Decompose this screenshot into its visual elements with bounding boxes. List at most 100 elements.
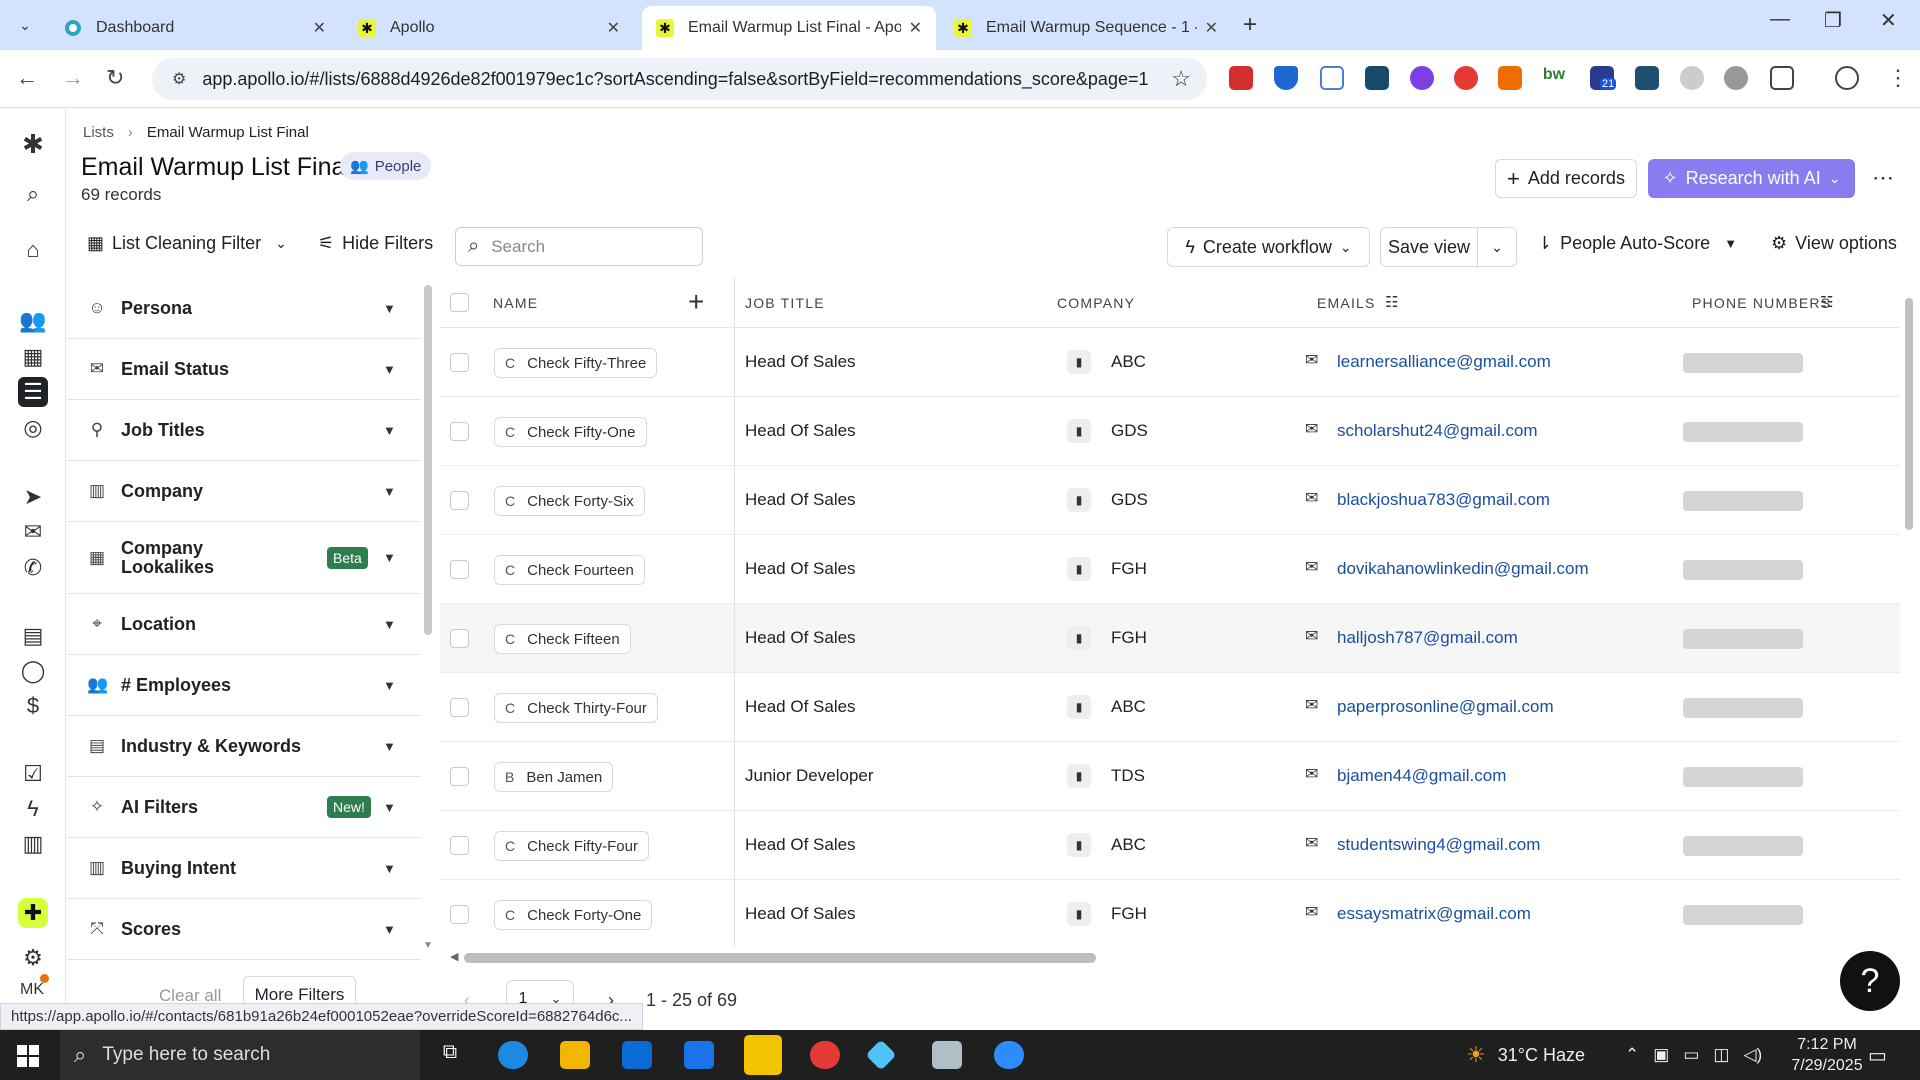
close-icon[interactable]: ✕ [1205, 18, 1218, 38]
email-address[interactable]: learnersalliance@gmail.com [1337, 352, 1551, 372]
browser-menu-icon[interactable]: ⋮ [1887, 65, 1909, 91]
sequences-icon[interactable]: ➤ [18, 482, 48, 512]
circle-extension-icon[interactable] [1410, 66, 1434, 90]
network-icon[interactable]: ◫ [1713, 1045, 1729, 1065]
more-options-icon[interactable]: ⋯ [1872, 165, 1894, 191]
filter-company[interactable]: ▥ Company ▼ [67, 461, 421, 522]
row-checkbox[interactable] [450, 905, 469, 924]
select-all-checkbox[interactable] [450, 293, 469, 312]
contact-name-chip[interactable]: B Ben Jamen [494, 762, 614, 792]
url-text[interactable]: app.apollo.io/#/lists/6888d4926de82f0019… [202, 69, 1148, 90]
row-checkbox[interactable] [450, 698, 469, 717]
puzzle-extensions-icon[interactable] [1770, 66, 1794, 90]
volume-icon[interactable]: ◁) [1743, 1045, 1762, 1065]
workflows-icon[interactable]: ϟ [18, 794, 48, 824]
row-checkbox[interactable] [450, 560, 469, 579]
view-options-button[interactable]: ⚙ View options [1771, 233, 1897, 254]
close-icon[interactable]: ✕ [909, 18, 922, 38]
calls-icon[interactable]: ✆ [18, 553, 48, 583]
bookmark-star-icon[interactable]: ☆ [1171, 66, 1191, 92]
filter-job-titles[interactable]: ⚲ Job Titles ▼ [67, 400, 421, 461]
save-view-menu-button[interactable]: ⌄ [1477, 227, 1517, 267]
store-icon[interactable] [622, 1041, 652, 1069]
company-name[interactable]: TDS [1111, 766, 1145, 786]
compass-extension-icon[interactable] [1680, 66, 1704, 90]
weather-widget[interactable]: ☀ 31°C Haze [1466, 1030, 1585, 1080]
search-icon[interactable]: ⌕ [18, 179, 48, 209]
people-icon[interactable]: 👥 [18, 306, 48, 336]
pdf-extension-icon[interactable] [1229, 66, 1253, 90]
contact-name-chip[interactable]: C Check Fifty-Four [494, 831, 649, 861]
add-column-plus-icon[interactable]: + [688, 286, 704, 318]
save-view-button[interactable]: Save view [1380, 227, 1478, 267]
hide-filters-button[interactable]: ⚟ Hide Filters [318, 233, 433, 254]
filter-company-lookalikes[interactable]: ▦ Company Lookalikes Beta ▼ [67, 522, 421, 594]
tasks-icon[interactable]: ☑ [18, 759, 48, 789]
tab-dashboard[interactable]: Dashboard ✕ [50, 6, 340, 50]
company-name[interactable]: ABC [1111, 697, 1146, 717]
filter-employees[interactable]: 👥 # Employees ▼ [67, 655, 421, 716]
chrome-icon[interactable] [810, 1041, 840, 1069]
add-user-icon[interactable]: ✚ [18, 898, 48, 928]
meetings-icon[interactable]: ▤ [18, 621, 48, 651]
table-row[interactable]: C Check Thirty-Four Head Of Sales ▮ ABC ✉… [440, 673, 1900, 742]
filter-scrollbar[interactable] [424, 285, 432, 635]
folder-extension-icon[interactable] [1365, 66, 1389, 90]
companies-icon[interactable]: ▦ [18, 342, 48, 372]
profile-icon[interactable] [1835, 66, 1859, 90]
scroll-down-arrow[interactable]: ▼ [423, 940, 433, 951]
email-address[interactable]: halljosh787@gmail.com [1337, 628, 1518, 648]
row-checkbox[interactable] [450, 629, 469, 648]
column-settings-icon[interactable]: ☷ [1820, 293, 1833, 311]
back-button[interactable]: ← [16, 65, 38, 91]
sort-dropdown[interactable]: ⇂ People Auto-Score ▼ [1537, 233, 1737, 254]
bw-extension-icon[interactable]: bw [1542, 66, 1566, 90]
taskbar-search-input[interactable]: ⌕ Type here to search [60, 1030, 420, 1080]
pokeball-extension-icon[interactable] [1454, 66, 1478, 90]
cap-extension-icon[interactable]: 21 [1590, 66, 1617, 90]
contact-name-chip[interactable]: C Check Fourteen [494, 555, 645, 585]
company-name[interactable]: FGH [1111, 904, 1147, 924]
battery-icon[interactable]: ▭ [1683, 1045, 1699, 1065]
table-row[interactable]: C Check Forty-Six Head Of Sales ▮ GDS ✉ b… [440, 466, 1900, 535]
zoom-icon[interactable] [994, 1041, 1024, 1069]
notepad-icon[interactable] [932, 1041, 962, 1069]
close-icon[interactable]: ✕ [313, 18, 326, 38]
app-diamond-icon[interactable] [865, 1039, 897, 1071]
user-avatar[interactable]: MK [20, 981, 44, 999]
email-address[interactable]: dovikahanowlinkedin@gmail.com [1337, 559, 1589, 579]
add-records-button[interactable]: + Add records [1495, 159, 1637, 198]
create-workflow-button[interactable]: ϟ Create workflow ⌄ [1167, 227, 1370, 267]
filter-scores[interactable]: ⤧ Scores ▼ [67, 899, 421, 960]
windows-start-icon[interactable] [17, 1045, 39, 1067]
table-row[interactable]: B Ben Jamen Junior Developer ▮ TDS ✉ bjam… [440, 742, 1900, 811]
company-name[interactable]: ABC [1111, 835, 1146, 855]
email-address[interactable]: essaysmatrix@gmail.com [1337, 904, 1531, 924]
column-header-name[interactable]: NAME [493, 295, 538, 311]
home-icon[interactable]: ⌂ [18, 235, 48, 265]
chevron-up-icon[interactable]: ⌃ [1625, 1045, 1639, 1065]
table-row[interactable]: C Check Fourteen Head Of Sales ▮ FGH ✉ do… [440, 535, 1900, 604]
filter-email-status[interactable]: ✉ Email Status ▼ [67, 339, 421, 400]
mail-icon[interactable] [684, 1041, 714, 1069]
company-name[interactable]: ABC [1111, 352, 1146, 372]
data-enrichment-icon[interactable]: ◎ [18, 413, 48, 443]
deals-icon[interactable]: $ [18, 691, 48, 721]
sticky-notes-icon[interactable] [744, 1035, 782, 1075]
react-extension-icon[interactable] [1635, 66, 1659, 90]
window-close-button[interactable]: ✕ [1880, 8, 1897, 33]
row-checkbox[interactable] [450, 836, 469, 855]
column-header-job-title[interactable]: JOB TITLE [745, 295, 825, 311]
company-name[interactable]: GDS [1111, 490, 1148, 510]
minimize-button[interactable]: — [1770, 8, 1790, 31]
email-address[interactable]: bjamen44@gmail.com [1337, 766, 1506, 786]
emails-icon[interactable]: ✉ [18, 517, 48, 547]
forward-button[interactable]: → [62, 65, 84, 91]
email-address[interactable]: paperprosonline@gmail.com [1337, 697, 1554, 717]
filter-persona[interactable]: ☺ Persona ▼ [67, 278, 421, 339]
scroll-left-arrow[interactable]: ◀ [450, 950, 458, 963]
docs-extension-icon[interactable] [1320, 66, 1344, 90]
tab-search-button[interactable]: ⌄ [10, 10, 40, 40]
table-row[interactable]: C Check Forty-One Head Of Sales ▮ FGH ✉ e… [440, 880, 1900, 946]
tab-email-warmup-list[interactable]: ✱ Email Warmup List Final - Apoll ✕ [642, 6, 936, 50]
